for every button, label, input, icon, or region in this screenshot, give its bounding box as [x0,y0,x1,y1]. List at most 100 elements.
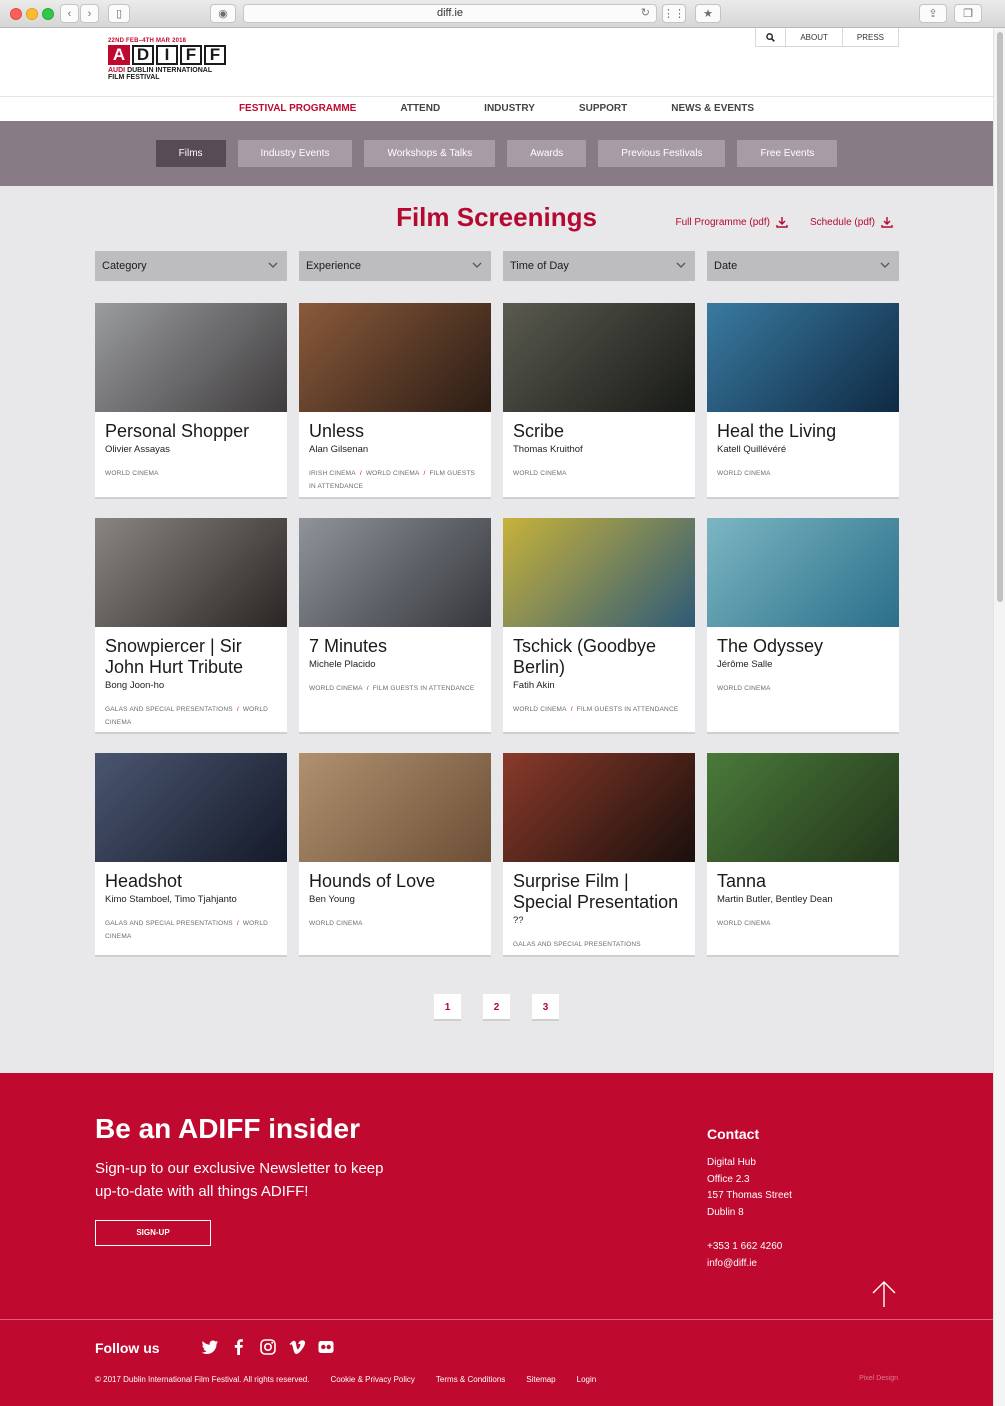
film-tag[interactable]: WORLD CINEMA [105,470,159,477]
film-title[interactable]: Scribe [513,421,685,442]
film-title[interactable]: Heal the Living [717,421,889,442]
film-tag[interactable]: GALAS AND SPECIAL PRESENTATIONS [105,706,233,713]
film-title[interactable]: Headshot [105,871,277,892]
subnav-tab[interactable]: Films [155,140,226,167]
film-thumbnail[interactable] [707,753,899,862]
film-title[interactable]: Snowpiercer | Sir John Hurt Tribute [105,636,277,678]
page-number-button[interactable]: 3 [532,994,559,1021]
page-number-button[interactable]: 2 [483,994,510,1021]
terms-link[interactable]: Terms & Conditions [436,1375,505,1384]
main-nav-item[interactable]: FESTIVAL PROGRAMME [239,97,356,121]
film-tag[interactable]: IRISH CINEMA [309,470,356,477]
filter-dropdown[interactable]: Date [707,251,899,281]
back-to-top-icon[interactable] [870,1280,898,1308]
subnav-tab[interactable]: Free Events [737,140,838,167]
scrollbar-thumb[interactable] [997,32,1003,602]
tabs-button[interactable]: ❐ [954,4,982,23]
film-thumbnail[interactable] [503,753,695,862]
film-thumbnail[interactable] [707,303,899,412]
film-tag[interactable]: FILM GUESTS IN ATTENDANCE [373,685,475,692]
top-sites-button[interactable]: ⋮⋮ [662,4,686,23]
login-link[interactable]: Login [577,1375,597,1384]
signup-button[interactable]: SIGN-UP [95,1220,211,1246]
filter-dropdown[interactable]: Experience [299,251,491,281]
film-tag[interactable]: GALAS AND SPECIAL PRESENTATIONS [105,920,233,927]
film-thumbnail[interactable] [95,303,287,412]
film-card[interactable]: Tschick (Goodbye Berlin) Fatih Akin WORLD … [503,518,695,734]
instagram-icon[interactable] [259,1338,277,1356]
adiff-logo[interactable]: 22ND FEB–4TH MAR 2018 A D I F F AUDI DUB… [108,38,233,90]
film-title[interactable]: 7 Minutes [309,636,481,657]
film-title[interactable]: Tanna [717,871,889,892]
main-nav-item[interactable]: INDUSTRY [484,97,535,121]
back-button[interactable]: ‹ [60,4,79,23]
pixel-design-credit[interactable]: Pixel Design [859,1375,898,1382]
vimeo-icon[interactable] [288,1338,306,1356]
subnav-tab[interactable]: Industry Events [237,140,353,167]
share-button[interactable]: ⇪ [919,4,947,23]
film-thumbnail[interactable] [299,753,491,862]
zoom-window-button[interactable] [42,8,54,20]
close-window-button[interactable] [10,8,22,20]
film-title[interactable]: Unless [309,421,481,442]
cookie-policy-link[interactable]: Cookie & Privacy Policy [330,1375,414,1384]
film-card[interactable]: Snowpiercer | Sir John Hurt Tribute Bong … [95,518,287,734]
film-tag[interactable]: WORLD CINEMA [513,706,567,713]
film-thumbnail[interactable] [299,518,491,627]
bookmark-button[interactable]: ★ [695,4,721,23]
press-link[interactable]: PRESS [841,28,898,46]
film-card[interactable]: Surprise Film | Special Presentation?? GA… [503,753,695,957]
forward-button[interactable]: › [80,4,99,23]
film-thumbnail[interactable] [503,518,695,627]
film-thumbnail[interactable] [503,303,695,412]
phone-link[interactable]: +353 1 662 4260 [707,1239,792,1256]
film-title[interactable]: Surprise Film | Special Presentation [513,871,685,913]
film-thumbnail[interactable] [299,303,491,412]
about-link[interactable]: ABOUT [785,28,842,46]
film-thumbnail[interactable] [707,518,899,627]
full-programme-pdf-link[interactable]: Full Programme (pdf) [675,216,788,228]
reload-icon[interactable]: ↻ [641,5,650,22]
main-nav-item[interactable]: SUPPORT [579,97,627,121]
film-tag[interactable]: WORLD CINEMA [366,470,420,477]
email-link[interactable]: info@diff.ie [707,1256,792,1273]
main-nav-item[interactable]: NEWS & EVENTS [671,97,754,121]
film-title[interactable]: Tschick (Goodbye Berlin) [513,636,685,678]
film-tag[interactable]: WORLD CINEMA [309,920,363,927]
film-card[interactable]: The Odyssey Jérôme Salle WORLD CINEMA [707,518,899,734]
page-scrollbar[interactable] [993,28,1005,1406]
page-number-button[interactable]: 1 [434,994,461,1021]
subnav-tab[interactable]: Previous Festivals [598,140,726,167]
subnav-tab[interactable]: Workshops & Talks [364,140,496,167]
schedule-pdf-link[interactable]: Schedule (pdf) [810,216,893,228]
film-thumbnail[interactable] [95,518,287,627]
address-bar[interactable]: diff.ie ↻ [243,4,657,23]
film-card[interactable]: Scribe Thomas Kruithof WORLD CINEMA [503,303,695,499]
film-card[interactable]: Headshot Kimo Stamboel, Timo Tjahjanto GAL… [95,753,287,957]
film-thumbnail[interactable] [95,753,287,862]
filter-dropdown[interactable]: Category [95,251,287,281]
facebook-icon[interactable] [230,1338,248,1356]
film-tag[interactable]: WORLD CINEMA [513,470,567,477]
film-title[interactable]: The Odyssey [717,636,889,657]
film-card[interactable]: Personal Shopper Olivier Assayas WORLD CIN… [95,303,287,499]
film-title[interactable]: Personal Shopper [105,421,277,442]
main-nav-item[interactable]: ATTEND [400,97,440,121]
minimize-window-button[interactable] [26,8,38,20]
film-tag[interactable]: WORLD CINEMA [717,470,771,477]
film-tag[interactable]: WORLD CINEMA [717,685,771,692]
film-tag[interactable]: GALAS AND SPECIAL PRESENTATIONS [513,941,641,948]
film-tag[interactable]: WORLD CINEMA [309,685,363,692]
sitemap-link[interactable]: Sitemap [526,1375,555,1384]
film-card[interactable]: Hounds of Love Ben Young WORLD CINEMA [299,753,491,957]
film-tag[interactable]: FILM GUESTS IN ATTENDANCE [577,706,679,713]
film-card[interactable]: 7 Minutes Michele Placido WORLD CINEMA / FIL… [299,518,491,734]
film-card[interactable]: Unless Alan Gilsenan IRISH CINEMA / WORLD CI… [299,303,491,499]
filter-dropdown[interactable]: Time of Day [503,251,695,281]
film-title[interactable]: Hounds of Love [309,871,481,892]
film-card[interactable]: Heal the Living Katell Quillévéré WORLD CI… [707,303,899,499]
flickr-icon[interactable] [317,1338,335,1356]
sidebar-button[interactable]: ▯ [108,4,130,23]
film-tag[interactable]: WORLD CINEMA [717,920,771,927]
pinterest-button[interactable]: ◉ [210,4,236,23]
